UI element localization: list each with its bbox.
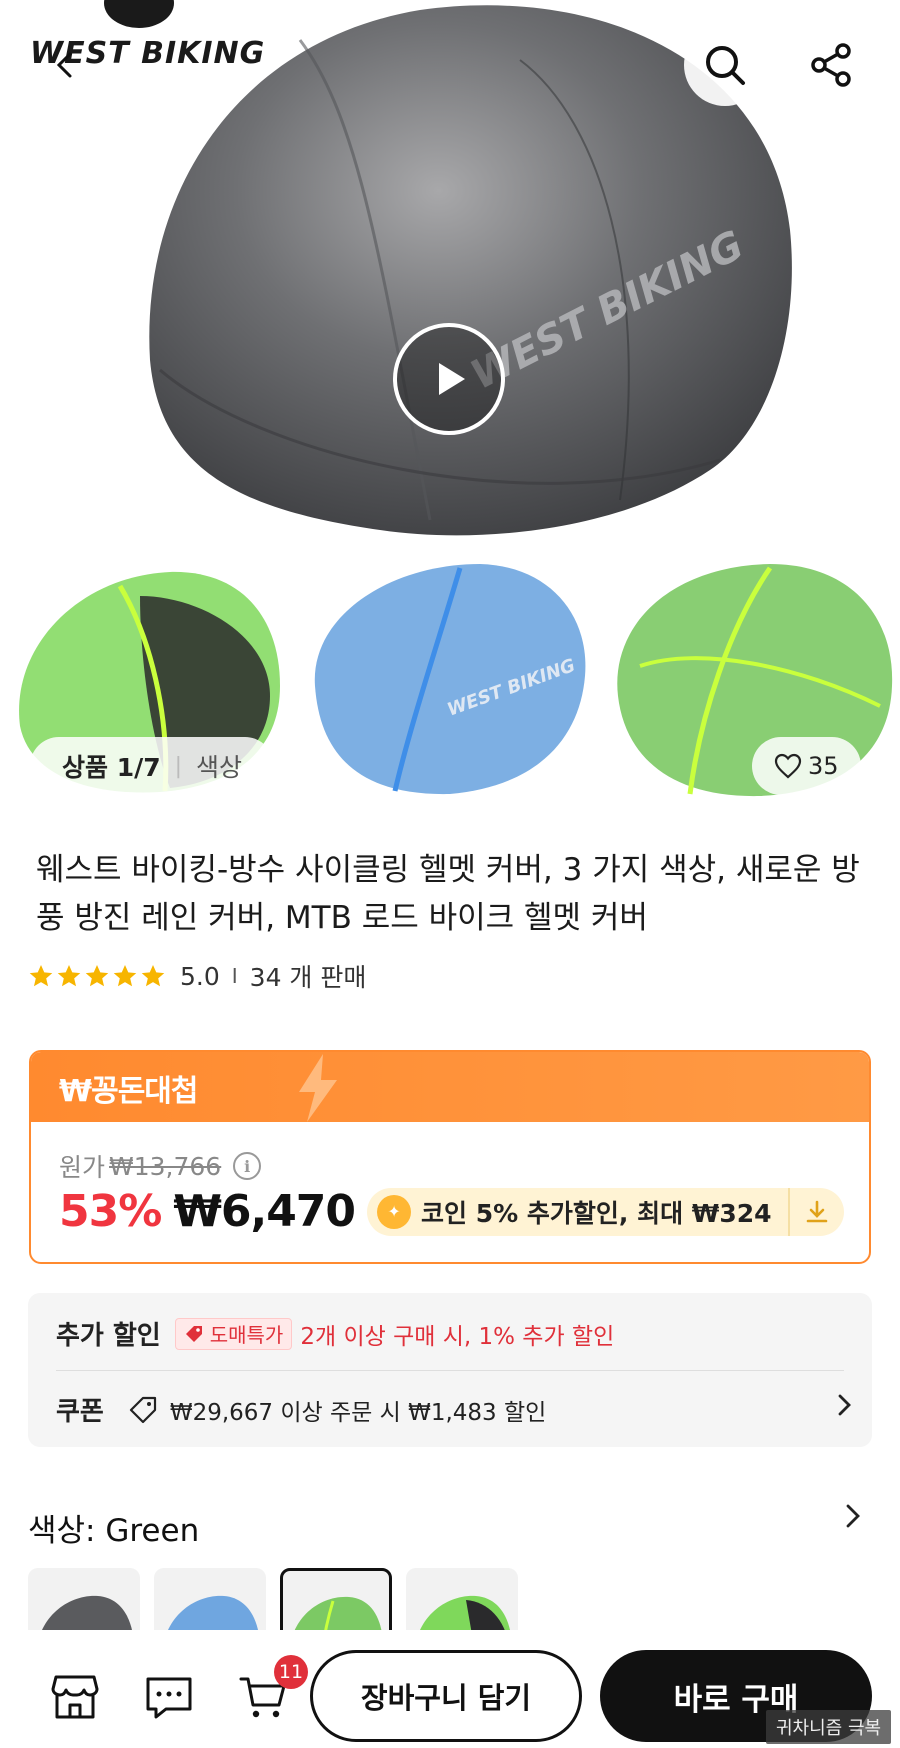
price-card: ₩꽁돈대첩 원가 ₩13,766 i 53% ₩6,470 ✦ 코인 5% 추가…	[29, 1050, 871, 1264]
heart-icon	[774, 753, 802, 779]
rating-divider: I	[231, 964, 238, 988]
gallery-counter-divider: |	[174, 753, 183, 779]
like-count: 35	[808, 752, 839, 780]
chevron-right-icon	[838, 1394, 851, 1416]
store-icon	[51, 1675, 99, 1719]
extra-discount-label: 추가 할인	[56, 1321, 161, 1351]
chat-icon	[146, 1677, 192, 1719]
share-button[interactable]	[790, 24, 872, 106]
star-icon	[29, 964, 53, 987]
wholesale-text: 2개 이상 구매 시, 1% 추가 할인	[300, 1323, 615, 1350]
store-button[interactable]	[48, 1670, 102, 1724]
chevron-right-icon[interactable]	[840, 1503, 866, 1529]
add-to-cart-button[interactable]: 장바구니 담기	[310, 1650, 582, 1742]
discount-percent: 53%	[59, 1186, 162, 1237]
divider	[56, 1370, 844, 1371]
sale-price-row: 53% ₩6,470 ✦ 코인 5% 추가할인, 최대 ₩324	[59, 1186, 844, 1237]
rating-row[interactable]: 5.0 I 34 개 판매	[28, 958, 366, 994]
coin-discount-badge[interactable]: ✦ 코인 5% 추가할인, 최대 ₩324	[367, 1187, 844, 1236]
search-icon	[706, 46, 745, 85]
gallery-counter-label: 상품 1/7	[62, 753, 161, 782]
gallery-counter-sub: 색상	[196, 753, 243, 782]
chevron-left-icon	[56, 52, 72, 78]
search-button[interactable]	[684, 24, 766, 106]
watermark-label: 귀차니즘 극복	[766, 1710, 892, 1744]
cart-count-badge: 11	[274, 1655, 308, 1689]
coupon-tag-icon	[129, 1396, 156, 1423]
back-button[interactable]	[40, 40, 90, 90]
product-title: 웨스트 바이킹-방수 사이클링 헬멧 커버, 3 가지 색상, 새로운 방풍 방…	[36, 852, 860, 936]
coin-icon: ✦	[377, 1194, 412, 1229]
play-video-button[interactable]	[393, 323, 505, 435]
original-price-label: 원가	[59, 1153, 106, 1182]
gallery-image-blue: WEST BIKING	[314, 564, 586, 795]
star-icon	[141, 964, 165, 987]
lightning-icon	[299, 1054, 337, 1122]
sale-price: ₩6,470	[173, 1186, 356, 1237]
rating-stars	[28, 963, 166, 989]
coupon-text: ₩29,667 이상 주문 시 ₩1,483 할인	[169, 1399, 547, 1426]
share-icon	[811, 43, 851, 87]
product-main-image[interactable]: WEST BIKING WEST BIKING	[0, 0, 900, 560]
color-heading: 색상: Green	[28, 1513, 200, 1549]
promo-banner-label: ₩꽁돈대첩	[59, 1074, 198, 1109]
gallery-counter: 상품 1/7 | 색상	[30, 737, 275, 795]
coupon-row[interactable]: 쿠폰 ₩29,667 이상 주문 시 ₩1,483 할인	[56, 1391, 856, 1428]
extra-discount-box: 추가 할인 도매특가 2개 이상 구매 시, 1% 추가 할인 쿠폰 ₩29,6…	[28, 1293, 872, 1447]
original-price-row: 원가 ₩13,766 i	[59, 1148, 262, 1184]
star-icon	[113, 964, 137, 987]
rating-value: 5.0	[180, 961, 220, 991]
like-button[interactable]: 35	[752, 737, 861, 795]
sold-count: 34 개 판매	[249, 963, 367, 992]
wholesale-tag-label: 도매특가	[209, 1323, 284, 1347]
promo-banner: ₩꽁돈대첩	[31, 1052, 869, 1122]
original-price: ₩13,766	[109, 1151, 222, 1181]
download-coupon-button[interactable]	[787, 1187, 844, 1236]
coupon-label: 쿠폰	[56, 1397, 104, 1427]
play-icon	[439, 363, 465, 395]
download-icon	[806, 1200, 827, 1222]
chat-button[interactable]	[142, 1670, 196, 1724]
extra-discount-row: 추가 할인 도매특가 2개 이상 구매 시, 1% 추가 할인	[56, 1315, 614, 1352]
coin-offer-text: 코인 5% 추가할인, 최대 ₩324	[421, 1198, 772, 1228]
wholesale-tag: 도매특가	[174, 1317, 293, 1350]
tag-icon	[185, 1325, 202, 1342]
star-icon	[57, 964, 81, 987]
helmet-cover-photo: WEST BIKING	[149, 5, 792, 536]
info-icon[interactable]: i	[233, 1152, 262, 1180]
star-icon	[85, 964, 109, 987]
